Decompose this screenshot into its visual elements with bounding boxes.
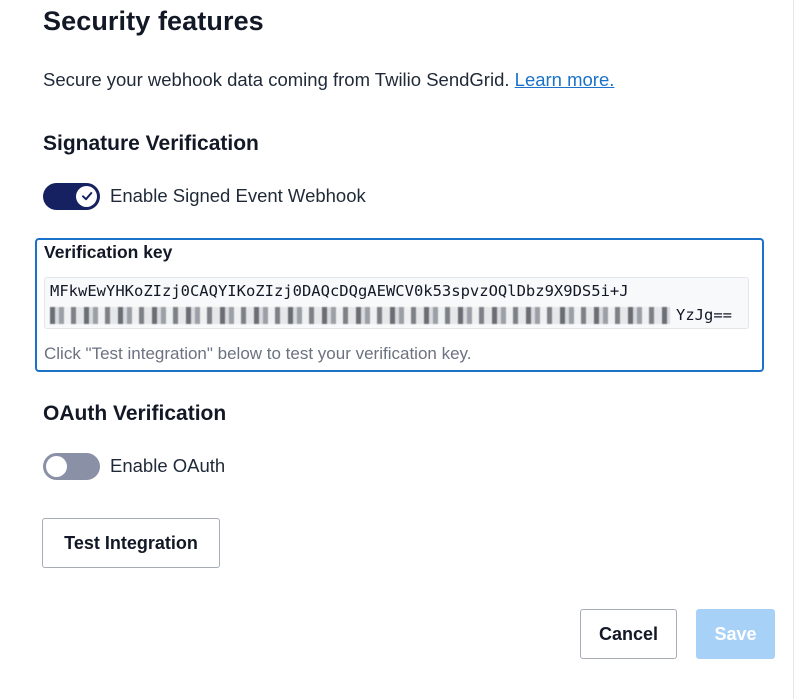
verification-key-tail: YzJg== (676, 306, 732, 324)
signed-webhook-toggle-label: Enable Signed Event Webhook (110, 185, 366, 206)
learn-more-link[interactable]: Learn more. (515, 69, 615, 90)
page-title: Security features (43, 6, 264, 36)
toggle-knob (46, 455, 67, 477)
panel-edge-divider (793, 0, 794, 699)
signature-verification-heading: Signature Verification (43, 132, 259, 155)
intro-text: Secure your webhook data coming from Twi… (43, 69, 614, 91)
verification-key-box: Verification key MFkwEwYHKoZIzj0CAQYIKoZ… (35, 238, 764, 372)
verification-key-help-text: Click "Test integration" below to test y… (44, 344, 472, 363)
toggle-knob (76, 185, 97, 207)
save-button[interactable]: Save (696, 609, 775, 659)
check-icon (81, 192, 92, 201)
signed-webhook-toggle-row: Enable Signed Event Webhook (43, 181, 366, 211)
security-features-panel: Security features Secure your webhook da… (0, 0, 800, 699)
test-integration-button[interactable]: Test Integration (42, 518, 220, 568)
verification-key-line-2: YzJg== (50, 303, 748, 327)
oauth-verification-heading: OAuth Verification (43, 402, 227, 425)
oauth-toggle[interactable] (43, 452, 100, 480)
redacted-key-segment (50, 306, 670, 324)
oauth-toggle-row: Enable OAuth (43, 451, 225, 481)
oauth-toggle-label: Enable OAuth (110, 455, 226, 476)
verification-key-line-1: MFkwEwYHKoZIzj0CAQYIKoZIzj0DAQcDQgAEWCV0… (50, 282, 629, 300)
intro-description: Secure your webhook data coming from Twi… (43, 69, 510, 90)
cancel-button[interactable]: Cancel (580, 609, 677, 659)
verification-key-field[interactable]: MFkwEwYHKoZIzj0CAQYIKoZIzj0DAQcDQgAEWCV0… (44, 277, 749, 329)
verification-key-label: Verification key (44, 242, 173, 262)
signed-webhook-toggle[interactable] (43, 182, 100, 210)
